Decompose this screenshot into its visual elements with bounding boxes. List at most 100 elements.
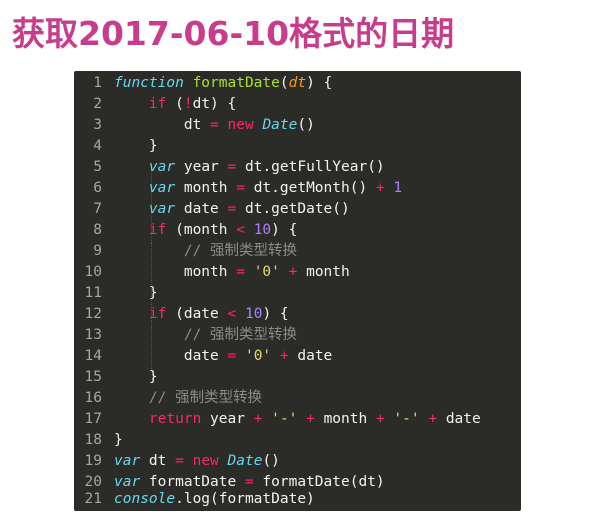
code-content: dt = new Date() bbox=[114, 117, 315, 133]
code-token: ) { bbox=[262, 306, 289, 322]
code-token: + bbox=[375, 411, 385, 427]
line-number: 9 bbox=[93, 243, 102, 259]
code-line: 3 dt = new Date() bbox=[74, 115, 315, 136]
code-token: } bbox=[114, 432, 123, 448]
code-line: 14 date = '0' + date bbox=[74, 346, 333, 367]
code-token: < bbox=[236, 222, 245, 238]
code-content: if (date < 10) { bbox=[114, 306, 289, 322]
line-number: 10 bbox=[84, 264, 102, 280]
code-token: dt bbox=[114, 117, 211, 133]
line-number: 16 bbox=[84, 390, 102, 406]
code-token: if bbox=[148, 96, 167, 112]
code-line: 8 if (month < 10) { bbox=[74, 220, 297, 241]
line-number: 19 bbox=[84, 453, 102, 469]
code-content: month = '0' + month bbox=[114, 264, 350, 280]
code-content: var formatDate = formatDate(dt) bbox=[114, 474, 385, 490]
code-token: date bbox=[288, 348, 333, 364]
code-token: = bbox=[236, 180, 245, 196]
code-token: = bbox=[227, 348, 237, 364]
code-line: 9 // 强制类型转换 bbox=[74, 241, 297, 262]
code-token: '-' bbox=[271, 411, 298, 427]
code-content: var dt = new Date() bbox=[114, 453, 280, 469]
code-token: () bbox=[297, 117, 315, 133]
code-line: 18} bbox=[74, 430, 123, 451]
code-token: // 强制类型转换 bbox=[183, 327, 298, 343]
slide: 获取2017-06-10格式的日期 1 function formatDate(d… bbox=[0, 0, 601, 526]
code-line: 11 } bbox=[74, 283, 158, 304]
line-number: 13 bbox=[84, 327, 102, 343]
line-number: 1 bbox=[93, 75, 102, 91]
code-token: new bbox=[192, 453, 219, 469]
code-token: 1 bbox=[393, 180, 403, 196]
code-token: var bbox=[148, 159, 176, 175]
line-number: 8 bbox=[93, 222, 102, 238]
code-token: ( bbox=[279, 75, 289, 91]
code-token: dt bbox=[140, 453, 176, 469]
code-line: 15 } bbox=[74, 367, 158, 388]
line-number: 5 bbox=[93, 159, 102, 175]
code-token: year bbox=[175, 159, 228, 175]
code-token: month bbox=[314, 411, 376, 427]
code-content: // 强制类型转换 bbox=[114, 390, 262, 406]
code-token: var bbox=[114, 453, 141, 469]
code-line: 12 if (date < 10) { bbox=[74, 304, 289, 325]
code-token: (date bbox=[166, 306, 228, 322]
code-token: if bbox=[148, 222, 167, 238]
code-token: } bbox=[114, 138, 158, 154]
code-token: month bbox=[297, 264, 350, 280]
code-token: = bbox=[227, 159, 237, 175]
code-content: function formatDate(dt) { bbox=[114, 75, 332, 91]
code-line: 2 if (!dt) { bbox=[74, 94, 236, 115]
code-token: = bbox=[244, 474, 254, 490]
line-number: 11 bbox=[84, 285, 102, 301]
code-token: Date bbox=[262, 117, 298, 133]
line-number: 14 bbox=[84, 348, 102, 364]
code-token: month bbox=[175, 180, 237, 196]
code-token: var bbox=[148, 180, 176, 196]
code-content: // 强制类型转换 bbox=[114, 243, 297, 259]
code-line: 16 // 强制类型转换 bbox=[74, 388, 263, 409]
code-token: dt.getFullYear() bbox=[236, 159, 385, 175]
code-line: 1 function formatDate(dt) { bbox=[74, 73, 332, 94]
code-token: dt.getMonth() bbox=[244, 180, 376, 196]
code-token: date bbox=[437, 411, 481, 427]
code-token: new bbox=[227, 117, 254, 133]
code-line: 7 var date = dt.getDate() bbox=[74, 199, 349, 220]
code-token: formatDate(dt) bbox=[253, 474, 385, 490]
code-token: = bbox=[210, 117, 219, 133]
code-token: date bbox=[175, 201, 228, 217]
code-token: 10 bbox=[244, 306, 263, 322]
code-token: year bbox=[201, 411, 254, 427]
code-token: ( bbox=[166, 96, 184, 112]
code-content: } bbox=[114, 285, 158, 301]
line-number: 12 bbox=[84, 306, 102, 322]
code-token: .log(formatDate) bbox=[175, 491, 315, 507]
code-token: dt) { bbox=[192, 96, 237, 112]
line-number: 18 bbox=[84, 432, 102, 448]
code-token: dt bbox=[288, 75, 307, 91]
code-line: 5 var year = dt.getFullYear() bbox=[74, 157, 385, 178]
code-token: ) { bbox=[271, 222, 298, 238]
code-token: () bbox=[262, 453, 280, 469]
line-number: 7 bbox=[93, 201, 102, 217]
code-token: 10 bbox=[253, 222, 272, 238]
code-token: // 强制类型转换 bbox=[148, 390, 263, 406]
code-content: } bbox=[114, 138, 158, 154]
line-number: 2 bbox=[93, 96, 102, 112]
